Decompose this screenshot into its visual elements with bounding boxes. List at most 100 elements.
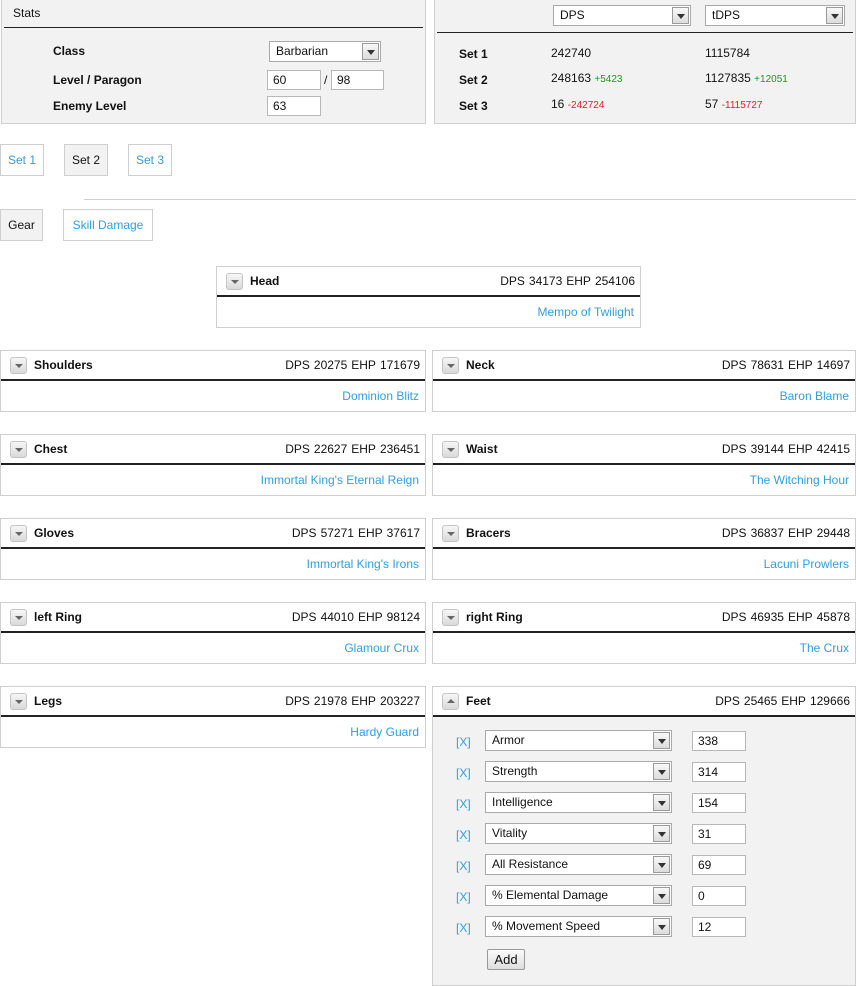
chevron-down-icon [653, 825, 670, 842]
level-input[interactable]: 60 [267, 70, 321, 90]
class-label: Class [53, 44, 86, 58]
collapse-toggle-icon[interactable] [442, 357, 459, 374]
affix-stat-select[interactable]: Strength [485, 761, 672, 782]
collapse-toggle-icon[interactable] [226, 273, 243, 290]
affix-value-input[interactable]: 31 [692, 824, 746, 844]
slot-name: Bracers [466, 526, 511, 540]
collapse-toggle-icon[interactable] [10, 693, 27, 710]
collapse-toggle-icon[interactable] [442, 525, 459, 542]
expand-toggle-icon[interactable] [442, 693, 459, 710]
metric2-select-value: tDPS [712, 8, 741, 22]
gear-slot-header[interactable]: right Ring DPS 46935 EHP 45878 [433, 603, 855, 633]
item-link[interactable]: Immortal King's Eternal Reign [261, 473, 419, 487]
affix-value-input[interactable]: 12 [692, 917, 746, 937]
gear-slot-header[interactable]: left Ring DPS 44010 EHP 98124 [1, 603, 425, 633]
affix-stat-select[interactable]: % Movement Speed [485, 916, 672, 937]
set-row-label: Set 1 [459, 47, 488, 61]
slot-name: Chest [34, 442, 68, 456]
gear-slot-right-ring: right Ring DPS 46935 EHP 45878 The Crux [432, 602, 856, 664]
slot-stats: DPS 78631 EHP 14697 [721, 358, 850, 372]
slot-name: Neck [466, 358, 495, 372]
gear-slot-header[interactable]: Feet DPS 25465 EHP 129666 [433, 687, 855, 717]
affix-stat-select[interactable]: All Resistance [485, 854, 672, 875]
item-link[interactable]: The Crux [800, 641, 849, 655]
affix-stat-select[interactable]: Vitality [485, 823, 672, 844]
affix-stat-select[interactable]: % Elemental Damage [485, 885, 672, 906]
item-link[interactable]: Lacuni Prowlers [764, 557, 849, 571]
chevron-down-icon [653, 887, 670, 904]
gear-slot-header[interactable]: Gloves DPS 57271 EHP 37617 [1, 519, 425, 549]
gear-slot-chest: Chest DPS 22627 EHP 236451 Immortal King's … [0, 434, 426, 496]
affix-stat-select[interactable]: Armor [485, 730, 672, 751]
gear-slot-neck: Neck DPS 78631 EHP 14697 Baron Blame [432, 350, 856, 412]
gear-slot-header[interactable]: Head DPS 34173 EHP 254106 [217, 267, 640, 297]
remove-affix-button[interactable]: [X] [456, 921, 471, 935]
tab-skill-damage[interactable]: Skill Damage [63, 209, 153, 241]
set-row-label: Set 3 [459, 99, 488, 113]
class-select-value: Barbarian [276, 44, 329, 58]
tab-set-3[interactable]: Set 3 [128, 144, 172, 176]
class-select[interactable]: Barbarian [269, 41, 381, 62]
tab-set-1[interactable]: Set 1 [0, 144, 44, 176]
collapse-toggle-icon[interactable] [10, 441, 27, 458]
chevron-down-icon [653, 856, 670, 873]
collapse-toggle-icon[interactable] [10, 357, 27, 374]
tab-gear[interactable]: Gear [0, 209, 43, 241]
gear-slot-left-ring: left Ring DPS 44010 EHP 98124 Glamour Crux [0, 602, 426, 664]
collapse-toggle-icon[interactable] [442, 441, 459, 458]
slot-stats: DPS 21978 EHP 203227 [285, 694, 420, 708]
item-link[interactable]: Baron Blame [780, 389, 849, 403]
enemy-level-input[interactable]: 63 [267, 96, 321, 116]
remove-affix-button[interactable]: [X] [456, 890, 471, 904]
stats-divider [4, 27, 423, 28]
gear-slot-header[interactable]: Bracers DPS 36837 EHP 29448 [433, 519, 855, 549]
gear-slot-header[interactable]: Waist DPS 39144 EHP 42415 [433, 435, 855, 465]
remove-affix-button[interactable]: [X] [456, 828, 471, 842]
slot-stats: DPS 34173 EHP 254106 [500, 274, 635, 288]
affix-value-input[interactable]: 314 [692, 762, 746, 782]
slot-stats: DPS 20275 EHP 171679 [285, 358, 420, 372]
level-separator: / [324, 73, 328, 87]
metric2-select[interactable]: tDPS [705, 5, 845, 26]
tab-set-2[interactable]: Set 2 [64, 144, 108, 176]
collapse-toggle-icon[interactable] [10, 525, 27, 542]
compare-panel: DPS tDPS Set 1 242740 1115784 Set 2 2481… [434, 0, 856, 124]
collapse-toggle-icon[interactable] [10, 609, 27, 626]
slot-name: Feet [466, 694, 491, 708]
set-row-label: Set 2 [459, 73, 488, 87]
slot-name: Shoulders [34, 358, 93, 372]
slot-stats: DPS 25465 EHP 129666 [715, 694, 850, 708]
item-link[interactable]: Dominion Blitz [342, 389, 419, 403]
gear-slot-header[interactable]: Shoulders DPS 20275 EHP 171679 [1, 351, 425, 381]
item-link[interactable]: The Witching Hour [750, 473, 849, 487]
item-link[interactable]: Hardy Guard [350, 725, 419, 739]
metric1-select[interactable]: DPS [553, 5, 691, 26]
gear-slot-header[interactable]: Legs DPS 21978 EHP 203227 [1, 687, 425, 717]
item-link[interactable]: Mempo of Twilight [538, 305, 635, 319]
set-row-metric1: 16 -242724 [551, 97, 605, 111]
set-row-metric2: 57 -1115727 [705, 97, 763, 111]
add-affix-button[interactable]: Add [487, 949, 525, 970]
slot-name: Legs [34, 694, 63, 708]
gear-slot-header[interactable]: Chest DPS 22627 EHP 236451 [1, 435, 425, 465]
affix-value-input[interactable]: 69 [692, 855, 746, 875]
affix-stat-select[interactable]: Intelligence [485, 792, 672, 813]
item-link[interactable]: Immortal King's Irons [307, 557, 419, 571]
slot-name: left Ring [34, 610, 82, 624]
collapse-toggle-icon[interactable] [442, 609, 459, 626]
affix-value-input[interactable]: 154 [692, 793, 746, 813]
remove-affix-button[interactable]: [X] [456, 735, 471, 749]
affix-value-input[interactable]: 0 [692, 886, 746, 906]
gear-slot-header[interactable]: Neck DPS 78631 EHP 14697 [433, 351, 855, 381]
remove-affix-button[interactable]: [X] [456, 766, 471, 780]
affix-value-input[interactable]: 338 [692, 731, 746, 751]
remove-affix-button[interactable]: [X] [456, 797, 471, 811]
item-link[interactable]: Glamour Crux [344, 641, 419, 655]
slot-name: Waist [466, 442, 498, 456]
level-label: Level / Paragon [53, 73, 142, 87]
slot-stats: DPS 44010 EHP 98124 [291, 610, 420, 624]
set-tabs-divider [84, 199, 856, 200]
remove-affix-button[interactable]: [X] [456, 859, 471, 873]
paragon-input[interactable]: 98 [331, 70, 384, 90]
set-row-metric2: 1127835 +12051 [705, 71, 788, 85]
